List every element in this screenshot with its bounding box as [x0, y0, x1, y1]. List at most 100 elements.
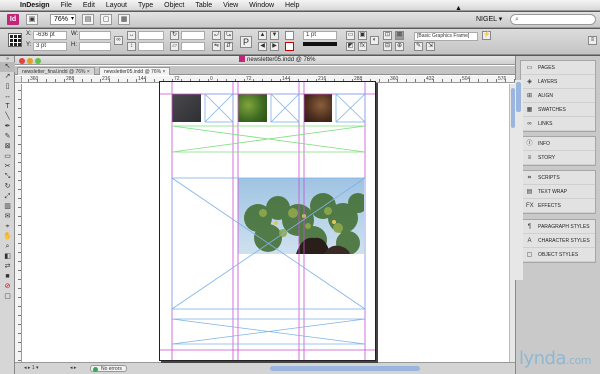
panel-swatches[interactable]: ▦ Swatches	[521, 103, 595, 117]
pencil-tool-icon[interactable]: ✎	[0, 132, 15, 142]
vertical-ruler[interactable]	[15, 84, 22, 362]
rotate-90-cw-icon[interactable]: ⤾	[212, 31, 221, 40]
line-tool-icon[interactable]: ╲	[0, 112, 15, 122]
page-navigation-icon[interactable]: ◂ ▸	[70, 363, 76, 374]
menu-app-name[interactable]: InDesign	[20, 0, 50, 11]
panel-story[interactable]: ≡ Story	[521, 151, 595, 165]
panel-dock-scroll-thumb[interactable]	[516, 82, 521, 112]
clear-overrides-icon[interactable]: ✎	[414, 42, 423, 51]
arrange-documents-icon[interactable]: ▦	[118, 14, 130, 25]
scale-x-field[interactable]	[138, 31, 164, 40]
panel-layers[interactable]: ◈ Layers	[521, 75, 595, 89]
menu-type[interactable]: Type	[138, 0, 153, 11]
panel-dock-scrollbar[interactable]	[515, 80, 523, 280]
free-transform-tool-icon[interactable]: ⤡	[0, 172, 15, 182]
text-wrap-none-icon[interactable]: ▭	[346, 31, 355, 40]
stroke-swatch-icon[interactable]	[285, 42, 294, 51]
menu-table[interactable]: Table	[195, 0, 212, 11]
close-tab-icon[interactable]: ×	[87, 69, 90, 75]
rectangle-tool-icon[interactable]: ▭	[0, 152, 15, 162]
apply-none-icon[interactable]: ⊘	[0, 282, 15, 292]
auto-fit-icon[interactable]: ⇲	[426, 42, 435, 51]
panel-align[interactable]: ⊞ Align	[521, 89, 595, 103]
panel-links[interactable]: ∞ Links	[521, 117, 595, 131]
panel-object-styles[interactable]: ▢ Object Styles	[521, 248, 595, 262]
select-previous-icon[interactable]: ◀	[258, 42, 267, 51]
minimize-window-icon[interactable]	[27, 58, 33, 64]
page-tool-icon[interactable]: ▯	[0, 82, 15, 92]
rotate-90-ccw-icon[interactable]: ⤿	[224, 31, 233, 40]
fill-stroke-swatch-icon[interactable]: ◧	[0, 252, 15, 262]
object-style-dropdown[interactable]: [Basic Graphics Frame]	[414, 32, 478, 41]
shear-icon[interactable]: ▱	[170, 42, 179, 51]
view-options-icon[interactable]: ▤	[82, 14, 94, 25]
panel-effects[interactable]: fx Effects	[521, 199, 595, 213]
y-position-field[interactable]: 3 pt	[33, 42, 67, 51]
panel-info[interactable]: ⓘ Info	[521, 137, 595, 151]
close-tab-icon[interactable]: ×	[162, 69, 165, 75]
gradient-tool-icon[interactable]: ▥	[0, 202, 15, 212]
zoom-level-dropdown[interactable]: 76%	[50, 14, 76, 25]
select-next-icon[interactable]: ▶	[270, 42, 279, 51]
scale-x-icon[interactable]: ↔	[127, 31, 136, 40]
panel-pages[interactable]: ▭ Pages	[521, 61, 595, 75]
document-page[interactable]	[159, 81, 376, 361]
shear-angle-field[interactable]	[181, 42, 205, 51]
reference-point-icon[interactable]	[8, 33, 22, 47]
type-tool-icon[interactable]: T	[0, 102, 15, 112]
apply-color-icon[interactable]: ■	[0, 272, 15, 282]
page-number-field[interactable]: ◂ ▸ 1 ▾	[24, 363, 39, 374]
panel-menu-icon[interactable]: ≡	[588, 36, 597, 45]
text-wrap-bounding-icon[interactable]: ▣	[358, 31, 367, 40]
flip-vertical-icon[interactable]: ⇵	[224, 42, 233, 51]
select-container-icon[interactable]: ▲	[258, 31, 267, 40]
panel-text-wrap[interactable]: ▤ Text Wrap	[521, 185, 595, 199]
fit-content-proportionally-icon[interactable]: ⊡	[383, 31, 392, 40]
direct-selection-tool-icon[interactable]: ↗	[0, 72, 15, 82]
zoom-window-icon[interactable]	[35, 58, 41, 64]
menu-window[interactable]: Window	[249, 0, 274, 11]
search-input[interactable]: ⌕	[510, 14, 596, 25]
quick-apply-icon[interactable]: ⚡	[482, 31, 491, 40]
scale-tool-icon[interactable]: ⤢	[0, 192, 15, 202]
select-content-icon[interactable]: ▼	[270, 31, 279, 40]
menu-layout[interactable]: Layout	[106, 0, 127, 11]
menu-edit[interactable]: Edit	[83, 0, 95, 11]
note-tool-icon[interactable]: ✉	[0, 212, 15, 222]
scale-y-icon[interactable]: ↕	[127, 42, 136, 51]
horizontal-scrollbar[interactable]	[270, 366, 420, 371]
tab-newsletter-final[interactable]: newsletter_final.indd @ 76% ×	[17, 67, 95, 75]
close-window-icon[interactable]	[19, 58, 25, 64]
rotation-angle-field[interactable]	[181, 31, 205, 40]
pen-tool-icon[interactable]: ✒	[0, 122, 15, 132]
scale-y-field[interactable]	[138, 42, 164, 51]
scissors-tool-icon[interactable]: ✂	[0, 162, 15, 172]
constrain-proportions-icon[interactable]: ∞	[114, 36, 123, 45]
height-field[interactable]	[79, 42, 111, 51]
fill-frame-proportionally-icon[interactable]: ⊠	[395, 31, 404, 40]
zoom-tool-icon[interactable]: ⌕	[0, 242, 15, 252]
panel-paragraph-styles[interactable]: ¶ Paragraph Styles	[521, 220, 595, 234]
gap-tool-icon[interactable]: ↔	[0, 92, 15, 102]
screen-mode-icon[interactable]: ▢	[100, 14, 112, 25]
swap-fill-stroke-icon[interactable]: ⇄	[0, 262, 15, 272]
screen-mode-tool-icon[interactable]: ▢	[0, 292, 15, 302]
opacity-icon[interactable]: ◐	[370, 36, 379, 45]
x-position-field[interactable]: -636 pt	[33, 31, 67, 40]
rotate-tool-icon[interactable]: ↻	[0, 182, 15, 192]
menu-object[interactable]: Object	[164, 0, 184, 11]
width-field[interactable]	[79, 31, 111, 40]
drop-shadow-icon[interactable]: ◩	[346, 42, 355, 51]
rectangle-frame-tool-icon[interactable]: ⊠	[0, 142, 15, 152]
stroke-type-dropdown[interactable]	[303, 42, 337, 46]
menu-file[interactable]: File	[61, 0, 72, 11]
fill-swatch-icon[interactable]	[285, 31, 294, 40]
panel-character-styles[interactable]: A Character Styles	[521, 234, 595, 248]
center-content-icon[interactable]: ⊕	[395, 42, 404, 51]
ruler-origin[interactable]	[15, 76, 22, 83]
tab-newsletter05[interactable]: newsletter05.indd @ 76% ×	[99, 67, 171, 75]
flip-horizontal-icon[interactable]: ⇋	[212, 42, 221, 51]
preflight-status[interactable]: No errors	[90, 365, 127, 372]
bridge-icon[interactable]: ▣	[26, 14, 38, 25]
menu-view[interactable]: View	[223, 0, 238, 11]
